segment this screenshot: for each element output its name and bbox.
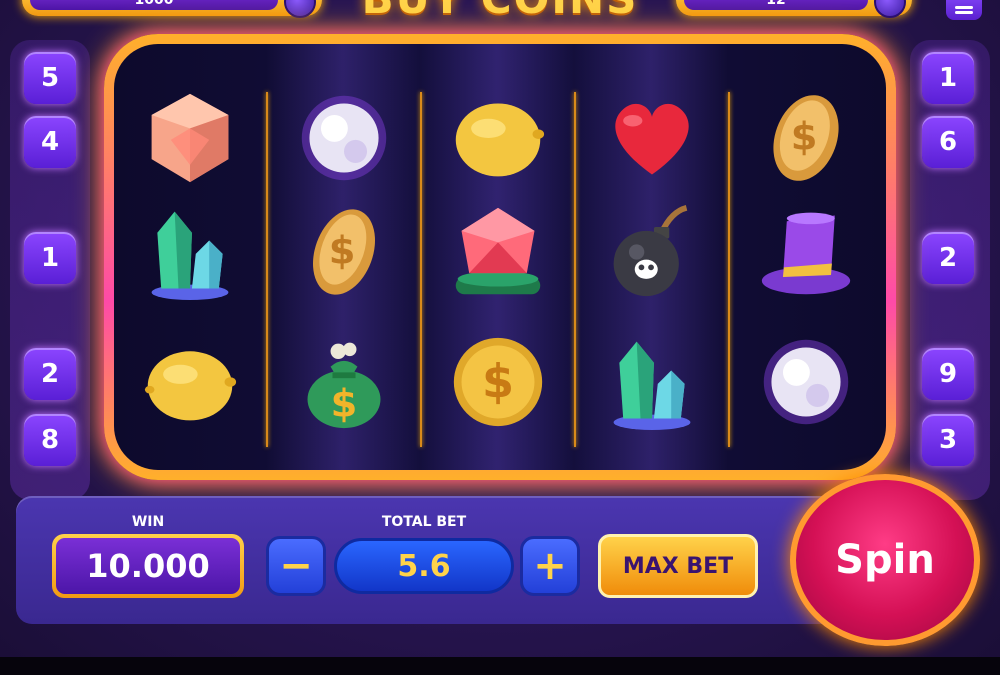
slot-game-screen: 1000 BUY COINS 12 5 4 1 2 8 1 6 2 9 3 (0, 0, 1000, 675)
payline-right-5[interactable]: 3 (922, 414, 974, 466)
crystal-icon (151, 211, 229, 300)
svg-text:$: $ (331, 382, 358, 427)
dollar-coin-icon: $ (453, 337, 543, 427)
crystal-icon (613, 341, 691, 430)
payline-right-3[interactable]: 2 (922, 232, 974, 284)
gem-icon (874, 0, 906, 18)
payline-left-2[interactable]: 4 (24, 116, 76, 168)
reels-window: $ $ $ $ (114, 44, 886, 470)
coins-counter-value: 1000 (30, 0, 278, 10)
level-counter: 12 (676, 0, 912, 18)
payline-right-4[interactable]: 9 (922, 348, 974, 400)
win-display: 10.000 (52, 534, 244, 598)
svg-text:$: $ (791, 115, 818, 160)
menu-icon (955, 11, 973, 14)
payline-right-1[interactable]: 1 (922, 52, 974, 104)
payline-left-5[interactable]: 8 (24, 414, 76, 466)
total-bet-value: 5.6 (334, 538, 514, 594)
win-value: 10.000 (56, 538, 240, 594)
reel-divider (266, 92, 268, 447)
level-counter-value: 12 (684, 0, 868, 10)
decrease-bet-button[interactable]: − (266, 536, 326, 596)
coin-icon: $ (313, 209, 375, 295)
reel-divider (728, 92, 730, 447)
reel-divider (574, 92, 576, 447)
game-title: BUY COINS (300, 0, 700, 23)
coins-counter: 1000 (22, 0, 322, 18)
gem-icon (151, 93, 229, 183)
svg-text:$: $ (482, 354, 514, 408)
payline-right-2[interactable]: 6 (922, 116, 974, 168)
ruby-icon (455, 207, 541, 295)
pearl-icon (301, 95, 387, 181)
money-bag-icon: $ (307, 342, 381, 429)
svg-text:$: $ (329, 229, 356, 274)
pearl-icon (763, 339, 849, 425)
reel-divider (420, 92, 422, 447)
total-bet-label: TOTAL BET (381, 514, 467, 530)
reels-frame: $ $ $ $ (104, 34, 896, 480)
max-bet-button[interactable]: MAX BET (598, 534, 758, 598)
lemon-icon (144, 351, 237, 421)
payline-left-4[interactable]: 2 (24, 348, 76, 400)
lemon-icon (455, 103, 545, 177)
top-hat-icon (761, 212, 851, 295)
spin-button[interactable]: Spin (790, 474, 980, 646)
win-label: WIN (131, 514, 165, 530)
payline-left-1[interactable]: 5 (24, 52, 76, 104)
menu-button[interactable] (946, 0, 982, 20)
payline-left-3[interactable]: 1 (24, 232, 76, 284)
bottom-strip (0, 657, 1000, 675)
bomb-icon (613, 205, 688, 297)
increase-bet-button[interactable]: + (520, 536, 580, 596)
heart-icon (615, 103, 689, 175)
coin-icon: $ (773, 95, 839, 181)
